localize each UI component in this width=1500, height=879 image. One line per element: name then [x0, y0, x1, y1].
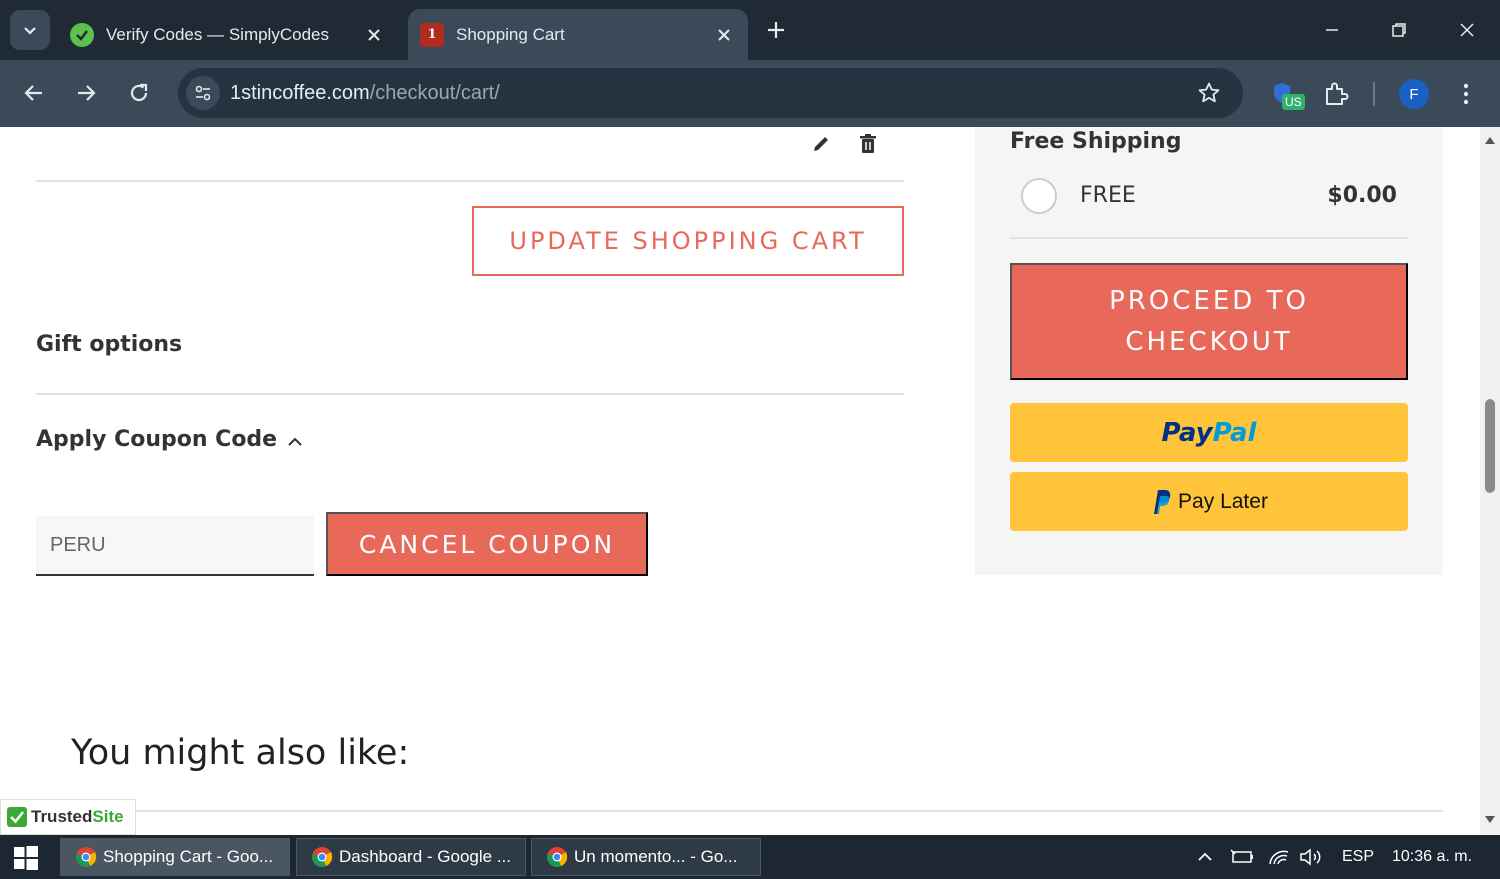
profile-avatar[interactable]: F [1399, 79, 1429, 109]
address-bar[interactable]: 1stincoffee.com/checkout/cart/ [178, 68, 1243, 118]
divider [36, 393, 904, 395]
chrome-icon [547, 847, 568, 867]
delete-item-icon[interactable] [857, 133, 879, 155]
back-button[interactable] [17, 76, 51, 110]
checkout-label-line2: CHECKOUT [1125, 326, 1293, 357]
browser-toolbar: 1stincoffee.com/checkout/cart/ US F [0, 60, 1500, 127]
restore-button[interactable] [1383, 14, 1415, 46]
trustedsite-badge[interactable]: TrustedSite [0, 799, 136, 835]
toolbar-divider [1373, 82, 1375, 106]
close-icon [1460, 23, 1474, 37]
tab-strip: Verify Codes — SimplyCodes 1 Shopping Ca… [0, 0, 1500, 60]
page-content: UPDATE SHOPPING CART Gift options Apply … [0, 127, 1480, 835]
close-tab-icon[interactable] [362, 23, 386, 47]
paypal-logo-pal: Pal [1212, 417, 1257, 448]
trustedsite-label: TrustedSite [31, 807, 124, 827]
taskbar-item-label: Un momento... - Go... [574, 847, 738, 866]
scrollbar-thumb[interactable] [1485, 399, 1495, 493]
checkmark-icon [7, 807, 27, 827]
minimize-button[interactable] [1316, 14, 1348, 46]
arrow-right-icon [78, 85, 96, 101]
paypal-p-icon [1154, 489, 1171, 514]
scroll-down-arrow-icon[interactable] [1484, 815, 1496, 825]
extension-badge: US [1282, 94, 1305, 110]
proceed-to-checkout-button[interactable]: PROCEED TO CHECKOUT [1010, 263, 1408, 380]
page-scrollbar[interactable] [1480, 127, 1500, 835]
1st-in-coffee-icon: 1 [420, 22, 444, 47]
vpn-extension-icon[interactable]: US [1270, 80, 1305, 114]
paypal-logo-pay: Pay [1161, 417, 1213, 448]
paypal-logo: PayPal [1162, 418, 1257, 448]
tab-title: Verify Codes — SimplyCodes [106, 24, 329, 44]
shipping-method-title: Free Shipping [1010, 129, 1182, 154]
pay-later-label: Pay Later [1178, 489, 1268, 513]
forward-button[interactable] [69, 76, 103, 110]
order-summary: Free Shipping FREE $0.00 PROCEED TO CHEC… [975, 127, 1443, 575]
restore-icon [1392, 23, 1406, 37]
cancel-coupon-button[interactable]: CANCEL COUPON [326, 512, 648, 576]
divider [36, 810, 1443, 812]
chevron-down-icon [24, 27, 36, 35]
close-window-button[interactable] [1451, 14, 1483, 46]
show-hidden-icons[interactable] [1196, 835, 1214, 879]
close-tab-icon[interactable] [712, 23, 736, 47]
simplycodes-icon [70, 22, 94, 47]
reload-icon [130, 83, 148, 102]
clock[interactable]: 10:36 a. m. [1392, 835, 1472, 879]
reload-button[interactable] [122, 76, 156, 110]
divider [1010, 237, 1408, 239]
plus-icon [768, 22, 784, 38]
tab-shopping-cart[interactable]: 1 Shopping Cart [408, 9, 748, 60]
scroll-up-arrow-icon[interactable] [1484, 135, 1496, 145]
bookmark-star-icon[interactable] [1197, 81, 1221, 105]
apply-coupon-heading[interactable]: Apply Coupon Code [36, 427, 277, 452]
url-text: 1stincoffee.com/checkout/cart/ [230, 82, 500, 105]
shipping-option-label: FREE [1080, 183, 1136, 208]
checkout-label-line1: PROCEED TO [1109, 285, 1309, 316]
taskbar-item-label: Dashboard - Google ... [339, 847, 511, 866]
paypal-pay-later-button[interactable]: Pay Later [1010, 472, 1408, 531]
trustedsite-trusted: Trusted [31, 807, 93, 826]
arrow-left-icon [24, 85, 42, 101]
taskbar-item-un-momento[interactable]: Un momento... - Go... [531, 838, 761, 876]
gift-options-toggle[interactable]: Gift options [36, 332, 182, 357]
edit-item-icon[interactable] [810, 133, 832, 155]
tab-search-button[interactable] [10, 10, 50, 50]
site-info-icon[interactable] [186, 76, 220, 110]
recommendations-heading: You might also like: [71, 733, 410, 773]
url-domain: 1stincoffee.com [230, 81, 370, 104]
shipping-radio-button[interactable] [1021, 178, 1057, 214]
new-tab-button[interactable] [762, 16, 790, 44]
update-shopping-cart-button[interactable]: UPDATE SHOPPING CART [472, 206, 904, 276]
paypal-button[interactable]: PayPal [1010, 403, 1408, 462]
input-language[interactable]: ESP [1342, 835, 1374, 879]
browser-menu-icon[interactable] [1456, 81, 1476, 107]
start-windows-icon[interactable] [14, 846, 38, 870]
trustedsite-site: Site [92, 807, 124, 826]
tab-verify-codes[interactable]: Verify Codes — SimplyCodes [58, 9, 398, 60]
tab-title: Shopping Cart [456, 24, 565, 44]
shipping-option-price: $0.00 [1327, 183, 1397, 208]
minimize-icon [1326, 29, 1338, 31]
divider [36, 180, 904, 182]
coupon-code-input[interactable] [36, 516, 314, 576]
extensions-puzzle-icon[interactable] [1322, 80, 1350, 108]
taskbar-item-dashboard[interactable]: Dashboard - Google ... [296, 838, 526, 876]
taskbar-item-label: Shopping Cart - Goo... [103, 847, 274, 866]
chevron-up-icon[interactable] [284, 431, 306, 453]
battery-icon[interactable] [1230, 835, 1254, 879]
chevron-up-icon [1198, 852, 1212, 861]
chrome-icon [312, 847, 333, 867]
url-path: /checkout/cart/ [369, 81, 500, 104]
wifi-icon[interactable] [1268, 835, 1290, 879]
volume-icon[interactable] [1299, 835, 1325, 879]
taskbar-item-shopping-cart[interactable]: Shopping Cart - Goo... [60, 838, 290, 876]
windows-taskbar: Shopping Cart - Goo... Dashboard - Googl… [0, 835, 1500, 879]
chrome-icon [76, 847, 97, 867]
